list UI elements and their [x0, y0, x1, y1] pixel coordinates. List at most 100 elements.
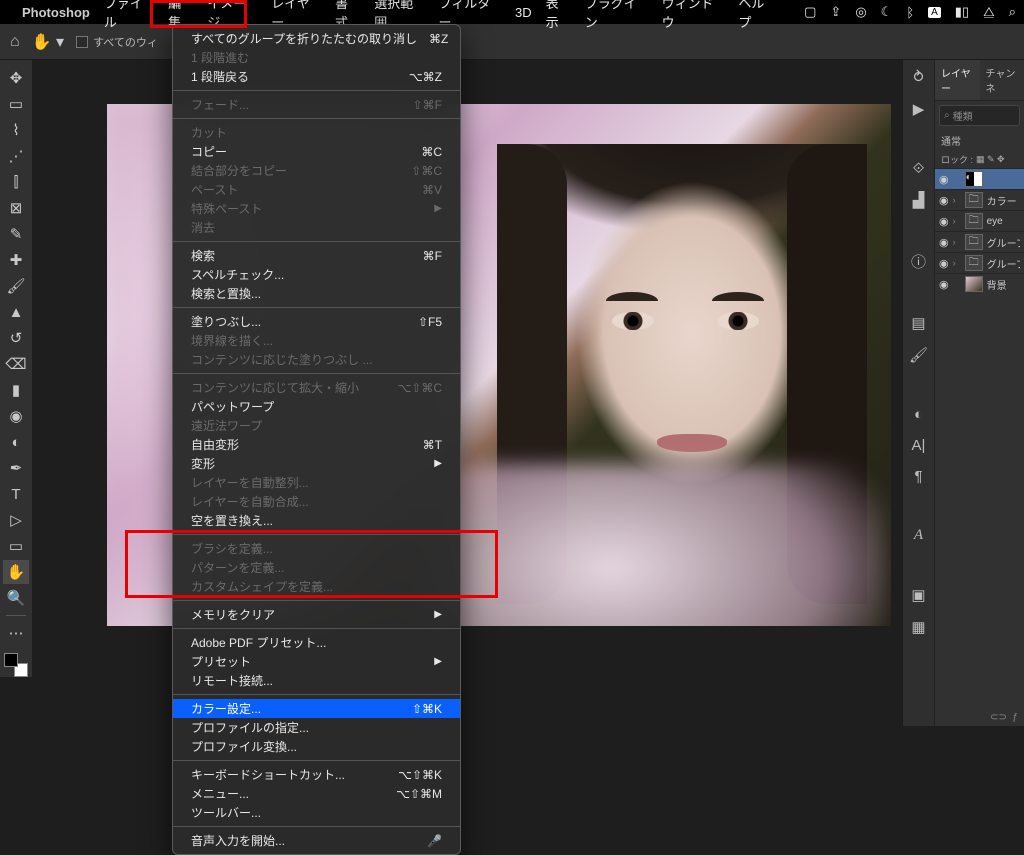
actions-panel-icon[interactable]: ▶	[913, 100, 925, 118]
menuitem-adobe-pdf-[interactable]: Adobe PDF プリセット...	[173, 633, 460, 652]
pen-tool-icon[interactable]: ✒	[3, 456, 29, 480]
history-panel-icon[interactable]: ⥁	[913, 68, 923, 86]
shape-tool-icon[interactable]: ▭	[3, 534, 29, 558]
layer-row[interactable]: ◉›🗀グループ	[935, 231, 1024, 252]
menu-plugin[interactable]: プラグイン	[585, 0, 648, 31]
layer-filter[interactable]: ⌕ 種類	[939, 105, 1020, 126]
menuitem--[interactable]: 自由変形⌘T	[173, 435, 460, 454]
hand-tool-icon[interactable]: ✋ ▾	[32, 32, 64, 52]
layer-row[interactable]: ◉›🗀カラー	[935, 189, 1024, 210]
menu-3d[interactable]: 3D	[515, 5, 532, 20]
scroll-all-checkbox[interactable]: すべてのウィ	[76, 34, 158, 50]
menu-file[interactable]: ファイル	[104, 0, 154, 31]
blur-tool-icon[interactable]: ◉	[3, 404, 29, 428]
info-panel-icon[interactable]: ⓘ	[911, 251, 926, 272]
menuitem--[interactable]: 空を置き換え...	[173, 511, 460, 530]
crop-tool-icon[interactable]: ⫿	[3, 170, 29, 194]
libraries-panel-icon[interactable]: ▣	[911, 586, 925, 604]
visibility-icon[interactable]: ◉	[939, 215, 949, 228]
tab-layers[interactable]: レイヤー	[935, 60, 980, 100]
brushes-panel-icon[interactable]: 🖌	[909, 346, 928, 364]
visibility-icon[interactable]: ◉	[939, 278, 949, 291]
menuitem--: パターンを定義...	[173, 558, 460, 577]
menuitem--[interactable]: メニュー...⌥⇧⌘M	[173, 784, 460, 803]
menuitem-1-: 1 段階進む	[173, 48, 460, 67]
menuitem--[interactable]: プロファイルの指定...	[173, 718, 460, 737]
glyphs-panel-icon[interactable]: A	[914, 527, 923, 544]
hand-tool-icon[interactable]: ✋	[3, 560, 29, 584]
wifi-icon[interactable]: ⧋	[983, 4, 995, 20]
visibility-icon[interactable]: ◉	[939, 236, 949, 249]
visibility-icon[interactable]: ◉	[939, 173, 949, 186]
paragraph-panel-icon[interactable]: ¶	[914, 468, 922, 485]
character-panel-icon[interactable]: A|	[912, 437, 926, 454]
menuitem--: レイヤーを自動合成...	[173, 492, 460, 511]
eyedropper-tool-icon[interactable]: ✎	[3, 222, 29, 246]
bluetooth-icon[interactable]: ᛒ	[906, 5, 914, 20]
menuitem--[interactable]: 音声入力を開始...🎤	[173, 831, 460, 850]
menuitem--[interactable]: 塗りつぶし...⇧F5	[173, 312, 460, 331]
zoom-tool-icon[interactable]: 🔍	[3, 586, 29, 610]
menuitem--: 消去	[173, 218, 460, 237]
visibility-icon[interactable]: ◉	[939, 257, 949, 270]
menuitem--[interactable]: 変形▶	[173, 454, 460, 473]
layer-row[interactable]: ◉›🗀eye	[935, 210, 1024, 231]
menuitem--[interactable]: 検索⌘F	[173, 246, 460, 265]
menuitem--[interactable]: すべてのグループを折りたたむの取り消し⌘Z	[173, 29, 460, 48]
color-panel-icon[interactable]: ◐	[914, 406, 923, 423]
battery-icon[interactable]: ▮▯	[955, 4, 969, 20]
display-icon[interactable]: ▢	[804, 4, 816, 20]
adjustments-panel-icon[interactable]: ⟐	[913, 160, 925, 177]
spotlight-icon[interactable]: ◎	[855, 4, 866, 20]
home-icon[interactable]: ⌂	[10, 33, 20, 51]
menuitem--: 境界線を描く...	[173, 331, 460, 350]
lock-row[interactable]: ロック : ▦ ✎ ✥	[935, 151, 1024, 168]
menuitem--[interactable]: リモート接続...	[173, 671, 460, 690]
edit-toolbar-icon[interactable]: ⋯	[3, 621, 29, 645]
menuitem--[interactable]: コピー⌘C	[173, 142, 460, 161]
history-brush-icon[interactable]: ↺	[3, 326, 29, 350]
lasso-tool-icon[interactable]: ⌇	[3, 118, 29, 142]
color-swatches[interactable]	[4, 653, 28, 677]
layer-row[interactable]: ◉›🗀グループ	[935, 252, 1024, 273]
marquee-tool-icon[interactable]: ▭	[3, 92, 29, 116]
menu-view[interactable]: 表示	[546, 0, 571, 31]
menu-window[interactable]: ウィンドウ	[662, 0, 725, 31]
move-tool-icon[interactable]: ✥	[3, 66, 29, 90]
menuitem--[interactable]: パペットワープ	[173, 397, 460, 416]
menuitem--[interactable]: メモリをクリア▶	[173, 605, 460, 624]
dnd-icon[interactable]: ☾	[881, 4, 893, 20]
menu-help[interactable]: ヘルプ	[738, 0, 776, 31]
frame-tool-icon[interactable]: ⊠	[3, 196, 29, 220]
swatches-panel-icon[interactable]: ▦	[911, 618, 925, 636]
histogram-panel-icon[interactable]: ▟	[913, 191, 925, 209]
menuitem-1-[interactable]: 1 段階戻る⌥⌘Z	[173, 67, 460, 86]
menuitem--[interactable]: キーボードショートカット...⌥⇧⌘K	[173, 765, 460, 784]
menuitem--[interactable]: スペルチェック...	[173, 265, 460, 284]
menuitem--[interactable]: プロファイル変換...	[173, 737, 460, 756]
search-icon[interactable]: ⌕	[1009, 4, 1016, 20]
eraser-tool-icon[interactable]: ⌫	[3, 352, 29, 376]
type-tool-icon[interactable]: T	[3, 482, 29, 506]
layer-row[interactable]: ◉◐	[935, 168, 1024, 189]
menuitem--[interactable]: プリセット▶	[173, 652, 460, 671]
tab-channels[interactable]: チャンネ	[980, 60, 1024, 100]
wand-tool-icon[interactable]: ⋰	[3, 144, 29, 168]
layer-row[interactable]: ◉背景	[935, 273, 1024, 294]
heal-tool-icon[interactable]: ✚	[3, 248, 29, 272]
blend-mode[interactable]: 通常	[935, 130, 1024, 151]
share-icon[interactable]: ⇪	[830, 4, 841, 20]
app-name[interactable]: Photoshop	[22, 5, 90, 20]
menuitem--[interactable]: ツールバー...	[173, 803, 460, 822]
properties-panel-icon[interactable]: ▤	[911, 314, 925, 332]
visibility-icon[interactable]: ◉	[939, 194, 949, 207]
stamp-tool-icon[interactable]: ▲	[3, 300, 29, 324]
path-tool-icon[interactable]: ▷	[3, 508, 29, 532]
brush-tool-icon[interactable]: 🖌	[3, 274, 29, 298]
ime-icon[interactable]: A	[928, 7, 941, 18]
gradient-tool-icon[interactable]: ▮	[3, 378, 29, 402]
edit-menu-dropdown: すべてのグループを折りたたむの取り消し⌘Z1 段階進む1 段階戻る⌥⌘Zフェード…	[172, 24, 461, 855]
menuitem--[interactable]: カラー設定...⇧⌘K	[173, 699, 460, 718]
dodge-tool-icon[interactable]: ◐	[3, 430, 29, 454]
menuitem--[interactable]: 検索と置換...	[173, 284, 460, 303]
